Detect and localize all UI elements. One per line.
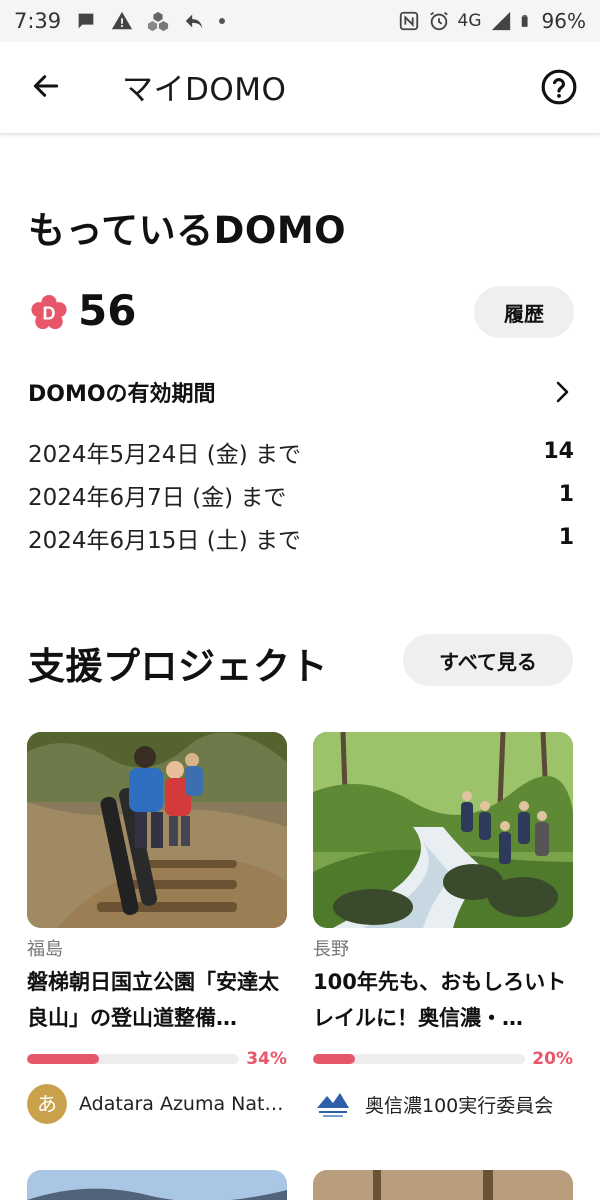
organization-row: あ Adatara Azuma Nat… <box>27 1084 287 1124</box>
project-card[interactable]: 長野 100年先も、おもしろいトレイルに！奥信濃・… 20% 奥信濃100実行委… <box>313 732 573 1124</box>
battery-icon <box>521 15 528 27</box>
app-bar: マイDOMO <box>0 42 600 134</box>
expiry-date: 2024年6月7日 (金) まで <box>28 484 287 511</box>
organization-logo: あ <box>27 1084 67 1124</box>
help-button[interactable] <box>540 68 578 106</box>
help-circle-icon <box>541 69 577 105</box>
warning-icon <box>112 11 133 30</box>
expiry-count: 1 <box>558 482 574 507</box>
project-card-peek[interactable] <box>27 1170 287 1200</box>
apps-icon <box>148 11 169 32</box>
progress-bar: 34% <box>27 1046 287 1072</box>
see-all-button[interactable]: すべて見る <box>403 634 573 686</box>
domo-badge-letter: D <box>42 304 55 324</box>
nfc-icon <box>399 11 418 31</box>
expiry-row: 2024年6月15日 (土) まで 1 <box>28 516 574 559</box>
project-image <box>27 732 287 928</box>
project-image <box>313 732 573 928</box>
expiry-list: 2024年5月24日 (金) まで 14 2024年6月7日 (金) まで 1 … <box>28 430 574 559</box>
reply-icon <box>185 14 203 29</box>
signal-icon <box>491 11 510 31</box>
projects-section-title: 支援プロジェクト <box>28 645 328 688</box>
alarm-icon <box>429 11 448 31</box>
expiry-date: 2024年6月15日 (土) まで <box>28 527 302 554</box>
points-row: D 56 履歴 <box>28 286 574 340</box>
expiry-count: 14 <box>543 439 574 464</box>
expiry-row: 2024年5月24日 (金) まで 14 <box>28 430 574 473</box>
project-title: 磐梯朝日国立公園「安達太良山」の登山道整備… <box>27 970 279 1030</box>
domo-section-title: もっているDOMO <box>28 209 347 252</box>
project-title: 100年先も、おもしろいトレイルに！奥信濃・… <box>313 970 567 1030</box>
organization-name: 奥信濃100実行委員会 <box>365 1094 554 1117</box>
progress-percent: 20% <box>532 1049 573 1069</box>
domo-points-value: 56 <box>78 286 137 335</box>
validity-period-label: DOMOの有効期間 <box>28 382 216 407</box>
organization-logo-letter: あ <box>37 1092 57 1116</box>
project-card[interactable]: 福島 磐梯朝日国立公園「安達太良山」の登山道整備… 34% あ Adatara … <box>27 732 287 1124</box>
dot-icon <box>219 18 226 24</box>
organization-name: Adatara Azuma Nat… <box>79 1093 284 1115</box>
expiry-row: 2024年6月7日 (金) まで 1 <box>28 473 574 516</box>
progress-percent: 34% <box>246 1049 287 1069</box>
battery-level: 96% <box>541 9 586 33</box>
status-time: 7:39 <box>14 9 62 33</box>
progress-bar: 20% <box>313 1046 573 1072</box>
status-bar: 7:39 4G 96% <box>0 0 600 42</box>
progress-fill <box>313 1054 356 1064</box>
network-type: 4G <box>457 11 482 31</box>
page-title: マイDOMO <box>122 72 287 108</box>
chat-bubble-icon <box>78 13 94 29</box>
project-region: 福島 <box>27 939 63 960</box>
organization-logo <box>313 1084 353 1124</box>
expiry-date: 2024年5月24日 (金) まで <box>28 441 302 468</box>
back-button[interactable] <box>26 66 66 106</box>
expiry-count: 1 <box>558 525 574 550</box>
progress-fill <box>27 1054 100 1064</box>
domo-badge-icon: D <box>31 294 67 330</box>
arrow-left-icon <box>33 75 59 97</box>
project-card-peek[interactable] <box>313 1170 573 1200</box>
project-region: 長野 <box>313 939 349 960</box>
organization-row: 奥信濃100実行委員会 <box>313 1084 573 1124</box>
history-button[interactable]: 履歴 <box>474 286 574 338</box>
validity-period-link[interactable]: DOMOの有効期間 <box>28 372 574 412</box>
chevron-right-icon <box>556 381 569 403</box>
